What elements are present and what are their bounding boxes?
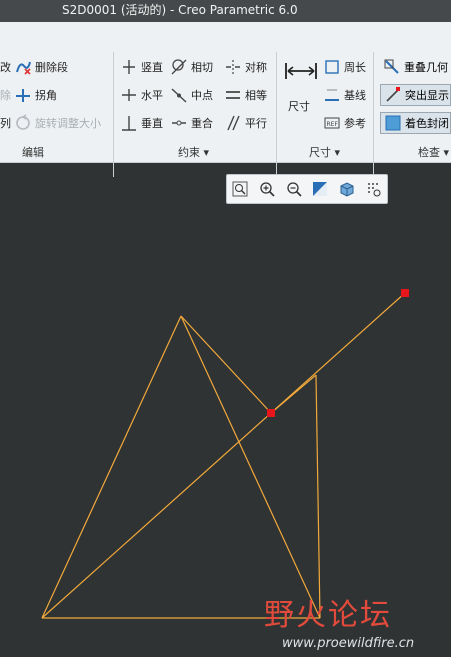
watermark: 野火论坛 www.proewildfire.cn	[264, 590, 451, 657]
vertical-constraint-icon	[120, 58, 138, 76]
parallel-icon	[224, 114, 242, 132]
parallel-constraint-button[interactable]: 平行	[224, 112, 267, 134]
watermark-text: 野火论坛	[264, 598, 392, 633]
view-toolbar	[226, 174, 388, 204]
group-separator	[276, 52, 277, 177]
vertical-constraint-label: 竖直	[141, 61, 163, 74]
corner-button[interactable]: 拐角	[14, 84, 57, 106]
shade-closed-loops-button[interactable]: 着色封闭	[380, 112, 451, 134]
overlapping-geometry-label: 重叠几何	[404, 61, 448, 74]
chevron-down-icon: ▾	[443, 146, 450, 159]
highlight-open-ends-label: 突出显示	[405, 89, 449, 102]
sketch-line[interactable]	[41, 315, 182, 619]
zoom-out-icon[interactable]	[284, 179, 304, 199]
reference-label: 参考	[344, 117, 366, 130]
dimension-button[interactable]: 尺寸	[282, 56, 318, 116]
sketch-line[interactable]	[180, 315, 321, 619]
delete-segment-icon	[14, 58, 32, 76]
symmetric-icon	[224, 58, 242, 76]
window-title: S2D0001 (活动的) - Creo Parametric 6.0	[62, 3, 298, 17]
perpendicular-constraint-button[interactable]: 垂直	[120, 112, 163, 134]
rotate-resize-button[interactable]: 旋转调整大小	[14, 112, 101, 134]
dimension-group-label[interactable]: 尺寸 ▾	[309, 144, 340, 160]
coincident-label: 重合	[191, 117, 213, 130]
ribbon: 改 删除段 除 拐角 列 旋转调整大小 编辑 竖直 相切 对称 水平 中点 相等…	[0, 22, 451, 177]
dimension-icon	[284, 60, 318, 86]
inspect-group-label-text: 检查	[418, 146, 440, 159]
overlap-icon	[383, 58, 401, 76]
dimension-label: 尺寸	[288, 100, 310, 113]
constraint-group-label-text: 约束	[178, 146, 200, 159]
tangent-icon	[170, 58, 188, 76]
reference-icon: REF	[323, 114, 341, 132]
perimeter-button[interactable]: 周长	[323, 56, 366, 78]
equal-constraint-button[interactable]: 相等	[224, 84, 267, 106]
edit-row-1: 改	[0, 56, 11, 78]
corner-label: 拐角	[35, 89, 57, 102]
highlight-icon	[384, 86, 402, 104]
equal-label: 相等	[245, 89, 267, 102]
shade-icon	[384, 114, 402, 132]
display-style-icon[interactable]	[337, 179, 357, 199]
vertical-constraint-button[interactable]: 竖直	[120, 56, 163, 78]
sketch-display-filter-icon[interactable]	[364, 179, 384, 199]
inspect-group-label[interactable]: 检查 ▾	[418, 144, 449, 160]
zoom-in-icon[interactable]	[257, 179, 277, 199]
highlight-open-ends-button[interactable]: 突出显示	[380, 84, 451, 106]
midpoint-icon	[170, 86, 188, 104]
reference-button[interactable]: REF 参考	[323, 112, 366, 134]
edit-row-3: 列	[0, 112, 11, 134]
equal-icon	[224, 86, 242, 104]
baseline-button[interactable]: 基线	[323, 84, 366, 106]
perpendicular-icon	[120, 114, 138, 132]
symmetric-label: 对称	[245, 61, 267, 74]
constraint-group-label[interactable]: 约束 ▾	[178, 144, 209, 160]
sketch-line[interactable]	[315, 374, 321, 619]
perpendicular-label: 垂直	[141, 117, 163, 130]
symmetric-constraint-button[interactable]: 对称	[224, 56, 267, 78]
rotate-resize-label: 旋转调整大小	[35, 117, 101, 130]
coincident-constraint-button[interactable]: 重合	[170, 112, 213, 134]
tangent-constraint-button[interactable]: 相切	[170, 56, 213, 78]
chevron-down-icon: ▾	[203, 146, 210, 159]
edit-partial-label-2[interactable]: 除	[0, 87, 11, 103]
delete-segment-label: 删除段	[35, 61, 68, 74]
watermark-url: www.proewildfire.cn	[282, 636, 415, 651]
shade-closed-loops-label: 着色封闭	[405, 117, 449, 130]
perimeter-icon	[323, 58, 341, 76]
sketch-line[interactable]	[41, 292, 406, 619]
delete-segment-button[interactable]: 删除段	[14, 56, 68, 78]
midpoint-label: 中点	[191, 89, 213, 102]
overlapping-geometry-button[interactable]: 重叠几何	[380, 56, 451, 78]
midpoint-constraint-button[interactable]: 中点	[170, 84, 213, 106]
group-separator	[113, 52, 114, 177]
perimeter-label: 周长	[344, 61, 366, 74]
corner-icon	[14, 86, 32, 104]
dimension-group-label-text: 尺寸	[309, 146, 331, 159]
rotate-resize-icon	[14, 114, 32, 132]
svg-text:REF: REF	[327, 121, 339, 128]
chevron-down-icon: ▾	[334, 146, 341, 159]
edit-row-2: 除	[0, 84, 11, 106]
baseline-label: 基线	[344, 89, 366, 102]
edit-group-label: 编辑	[22, 146, 44, 159]
refit-icon[interactable]	[230, 179, 250, 199]
baseline-icon	[323, 86, 341, 104]
tangent-label: 相切	[191, 61, 213, 74]
edit-partial-label-3[interactable]: 列	[0, 115, 11, 131]
horizontal-constraint-button[interactable]: 水平	[120, 84, 163, 106]
horizontal-constraint-icon	[120, 86, 138, 104]
edit-partial-label-1[interactable]: 改	[0, 59, 11, 75]
title-bar: S2D0001 (活动的) - Creo Parametric 6.0	[0, 0, 451, 22]
open-end-marker[interactable]	[267, 409, 275, 417]
sketch-line[interactable]	[180, 315, 272, 414]
group-separator	[373, 52, 374, 177]
open-end-marker[interactable]	[401, 289, 409, 297]
horizontal-constraint-label: 水平	[141, 89, 163, 102]
coincident-icon	[170, 114, 188, 132]
parallel-label: 平行	[245, 117, 267, 130]
sketch-canvas[interactable]	[0, 163, 451, 657]
repaint-icon[interactable]	[310, 179, 330, 199]
